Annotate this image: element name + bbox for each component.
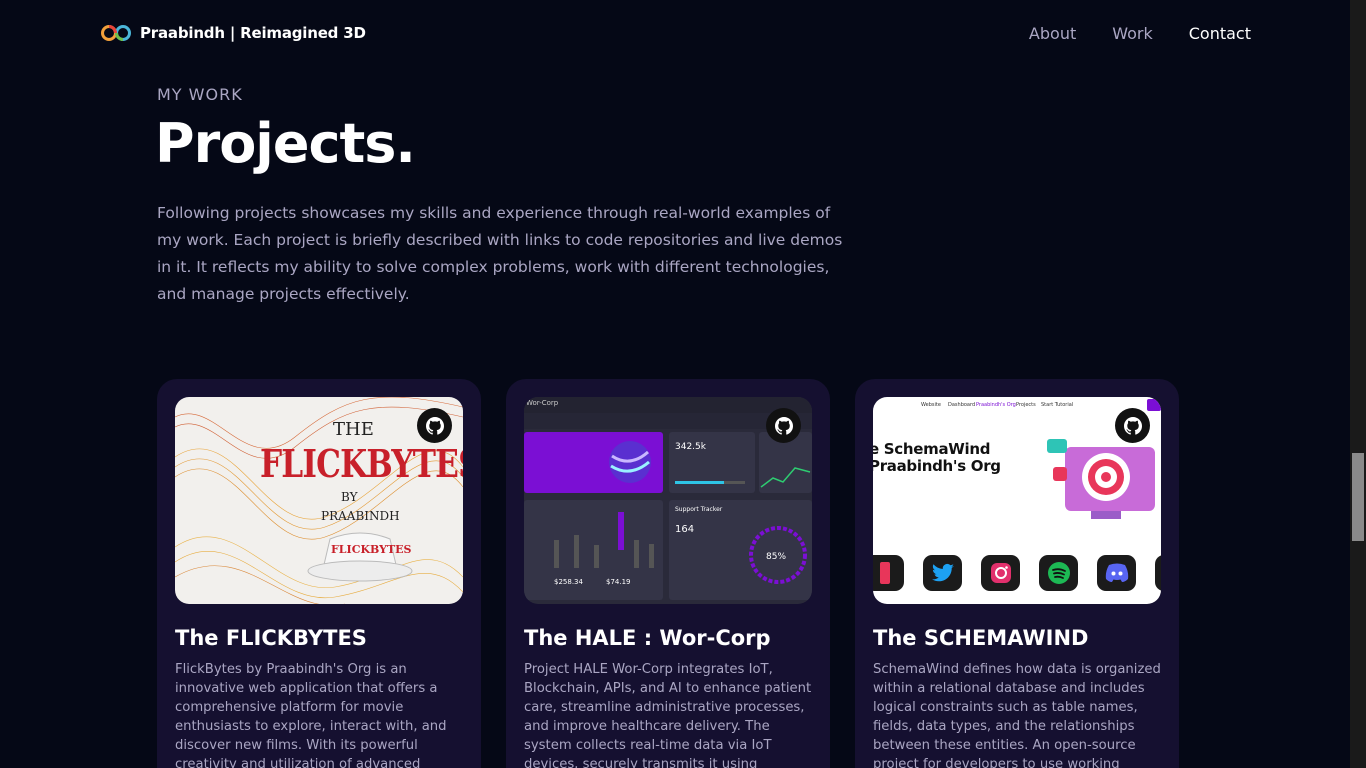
project-title: The FLICKBYTES: [175, 626, 367, 650]
schemawind-title: e SchemaWind Praabindh's Org: [873, 441, 1001, 475]
stat-value: 342.5k: [675, 442, 706, 452]
github-link-button[interactable]: [1115, 408, 1150, 443]
hat-text: FLICKBYTES: [331, 543, 412, 556]
bar-chart-graphic: [554, 512, 654, 568]
tracker-count: 164: [675, 524, 695, 535]
project-thumbnail: Website Dashboard Praabindh's Org Projec…: [873, 397, 1161, 604]
dashboard-bar-panel: $258.34 $74.19: [524, 500, 663, 600]
social-icon-red: [873, 555, 904, 591]
instagram-icon: [981, 555, 1020, 591]
nav-link-contact[interactable]: Contact: [1189, 24, 1251, 43]
project-description: Project HALE Wor-Corp integrates IoT, Bl…: [524, 662, 812, 768]
brand-link[interactable]: Praabindh | Reimagined 3D: [100, 24, 366, 42]
project-description: FlickBytes by Praabindh's Org is an inno…: [175, 662, 447, 768]
section-subtitle: MY WORK: [157, 85, 243, 104]
github-icon: [1123, 416, 1142, 435]
sw-nav-item: Website: [921, 402, 941, 408]
github-link-button[interactable]: [766, 408, 801, 443]
github-link-button[interactable]: [417, 408, 452, 443]
section-title: Projects.: [155, 112, 416, 175]
page-scrollbar-track[interactable]: [1350, 0, 1366, 768]
github-icon: [774, 416, 793, 435]
sw-title-line: e SchemaWind: [873, 440, 991, 458]
project-thumbnail: Wor-Corp 342.5k $258.34 $74.19 Support T…: [524, 397, 812, 604]
cover-by: BY: [341, 490, 358, 504]
amount-1: $258.34: [554, 578, 583, 586]
dashboard-topbar-label: Wor-Corp: [526, 399, 559, 407]
dashboard-stat-panel: 342.5k: [669, 432, 755, 493]
project-card-schemawind: Website Dashboard Praabindh's Org Projec…: [855, 379, 1179, 768]
tracker-title: Support Tracker: [675, 506, 723, 513]
discord-icon: [1097, 555, 1136, 591]
twitter-icon: [923, 555, 962, 591]
sphere-graphic: [609, 441, 651, 483]
sw-title-line: Praabindh's Org: [873, 457, 1001, 475]
page-scrollbar-thumb[interactable]: [1352, 453, 1364, 541]
cover-author: PRAABINDH: [321, 509, 400, 523]
sw-nav-item: Start Tutorial: [1041, 402, 1074, 408]
project-description: SchemaWind defines how data is organized…: [873, 662, 1161, 768]
tracker-percent: 85%: [766, 552, 787, 562]
whatsapp-icon: [1155, 555, 1161, 591]
project-card-hale: Wor-Corp 342.5k $258.34 $74.19 Support T…: [506, 379, 830, 768]
sw-nav-item: Dashboard: [948, 402, 976, 408]
project-title: The SCHEMAWIND: [873, 626, 1089, 650]
project-title: The HALE : Wor-Corp: [524, 626, 771, 650]
github-icon: [425, 416, 444, 435]
sw-nav-button: [1147, 399, 1161, 411]
nav-link-about[interactable]: About: [1029, 24, 1076, 43]
amount-2: $74.19: [606, 578, 631, 586]
cover-the: THE: [333, 419, 374, 440]
dashboard-support-tracker: Support Tracker 164 85%: [669, 500, 812, 600]
project-thumbnail: THE FLICKBYTES BY PRAABINDH FLICKBYTES: [175, 397, 463, 604]
social-icons-row: [873, 555, 1161, 591]
schemawind-nav: Website Dashboard Praabindh's Org Projec…: [873, 397, 1161, 413]
cover-title: FLICKBYTES: [260, 441, 463, 486]
sw-nav-item: Praabindh's Org: [976, 402, 1016, 408]
nav-link-work[interactable]: Work: [1112, 24, 1153, 43]
section-intro: Following projects showcases my skills a…: [157, 204, 843, 303]
project-card-flickbytes: THE FLICKBYTES BY PRAABINDH FLICKBYTES T…: [157, 379, 481, 768]
bucket-hat-graphic: [307, 532, 413, 582]
nav-links: About Work Contact: [1029, 24, 1251, 43]
sw-nav-item: Projects: [1016, 402, 1036, 408]
brand-name: Praabindh | Reimagined 3D: [140, 24, 366, 42]
spotify-icon: [1039, 555, 1078, 591]
dashboard-topbar: Wor-Corp: [524, 397, 812, 413]
navbar: Praabindh | Reimagined 3D About Work Con…: [0, 0, 1350, 66]
target-illustration: [1047, 439, 1155, 519]
infinity-logo-icon: [101, 25, 131, 41]
dashboard-purple-panel: [524, 432, 663, 493]
